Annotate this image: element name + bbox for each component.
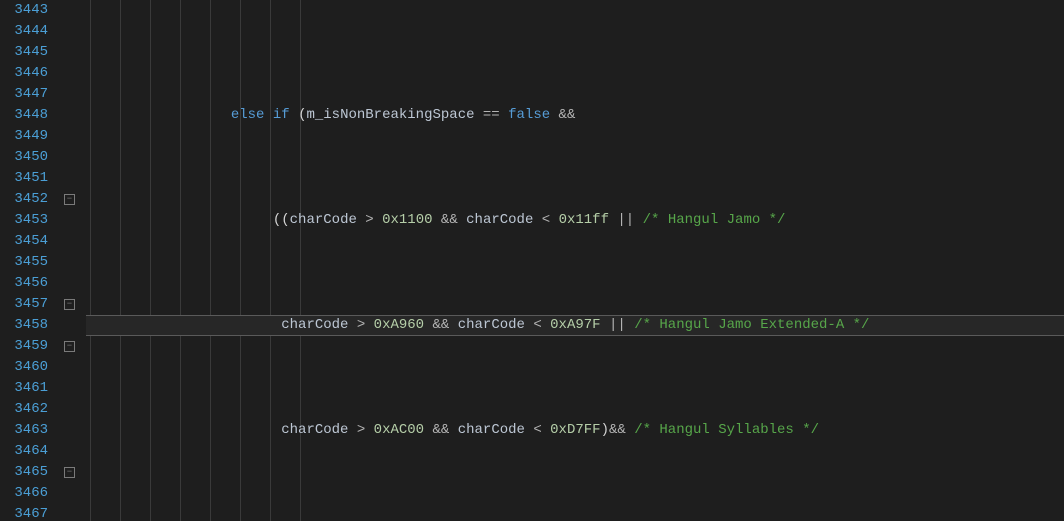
paren: ) <box>601 422 609 438</box>
code-line[interactable]: else if (m_isNonBreakingSpace == false &… <box>86 105 1064 126</box>
hex: 0xA960 <box>374 317 424 333</box>
op: || <box>617 212 634 228</box>
code-line[interactable]: ((charCode > 0x1100 && charCode < 0x11ff… <box>86 210 1064 231</box>
kw-if: if <box>273 107 290 123</box>
line-number: 3466 <box>0 483 48 504</box>
comment: /* Hangul Jamo */ <box>643 212 786 228</box>
line-number: 3456 <box>0 273 48 294</box>
line-number: 3462 <box>0 399 48 420</box>
code-area[interactable]: else if ( m_isNonBreakingSpace == false &… <box>86 0 1064 521</box>
line-number: 3452 <box>0 189 48 210</box>
hex: 0xD7FF <box>550 422 600 438</box>
op: && <box>433 317 450 333</box>
line-number: 3455 <box>0 252 48 273</box>
op: > <box>357 422 365 438</box>
ident: charCode <box>458 317 525 333</box>
paren: ( <box>281 212 289 228</box>
code-line[interactable]: charCode > 0xAC00 && charCode < 0xD7FF)&… <box>86 420 1064 441</box>
line-number: 3465 <box>0 462 48 483</box>
op: < <box>533 317 541 333</box>
ident: m_isNonBreakingSpace <box>306 107 474 123</box>
line-number: 3463 <box>0 420 48 441</box>
fold-toggle[interactable]: − <box>64 467 75 478</box>
indent <box>88 212 273 228</box>
line-number: 3461 <box>0 378 48 399</box>
op: && <box>609 422 626 438</box>
line-number: 3457 <box>0 294 48 315</box>
code-line[interactable]: charCode > 0xA960 && charCode < 0xA97F |… <box>86 315 1064 336</box>
op: && <box>433 422 450 438</box>
line-number-gutter: 3443344434453446344734483449345034513452… <box>0 0 58 521</box>
ident: charCode <box>458 422 525 438</box>
hex: 0x11ff <box>559 212 609 228</box>
line-number: 3464 <box>0 441 48 462</box>
line-number: 3450 <box>0 147 48 168</box>
line-number: 3453 <box>0 210 48 231</box>
op: == <box>483 107 500 123</box>
paren: ( <box>273 212 281 228</box>
fold-toggle[interactable]: − <box>64 194 75 205</box>
op: > <box>365 212 373 228</box>
ident: charCode <box>290 212 357 228</box>
line-number: 3447 <box>0 84 48 105</box>
fold-toggle[interactable]: − <box>64 299 75 310</box>
kw-else: else <box>231 107 265 123</box>
indent <box>88 317 281 333</box>
ident: charCode <box>466 212 533 228</box>
line-number: 3446 <box>0 63 48 84</box>
indent <box>88 422 281 438</box>
fold-column: − − − − <box>58 0 86 521</box>
op: < <box>533 422 541 438</box>
hex: 0x1100 <box>382 212 432 228</box>
line-number: 3445 <box>0 42 48 63</box>
line-number: 3449 <box>0 126 48 147</box>
ident: charCode <box>281 422 348 438</box>
hex: 0xAC00 <box>374 422 424 438</box>
line-number: 3458 <box>0 315 48 336</box>
line-number: 3460 <box>0 357 48 378</box>
line-number: 3459 <box>0 336 48 357</box>
hex: 0xA97F <box>550 317 600 333</box>
indent <box>88 107 231 123</box>
ident: charCode <box>281 317 348 333</box>
line-number: 3448 <box>0 105 48 126</box>
line-number: 3443 <box>0 0 48 21</box>
comment: /* Hangul Jamo Extended-A */ <box>634 317 869 333</box>
op: < <box>542 212 550 228</box>
comment: /* Hangul Syllables */ <box>634 422 819 438</box>
line-number: 3451 <box>0 168 48 189</box>
op: && <box>441 212 458 228</box>
op: && <box>559 107 576 123</box>
op: || <box>609 317 626 333</box>
line-number: 3454 <box>0 231 48 252</box>
code-editor[interactable]: 3443344434453446344734483449345034513452… <box>0 0 1064 521</box>
fold-toggle[interactable]: − <box>64 341 75 352</box>
line-number: 3467 <box>0 504 48 521</box>
line-number: 3444 <box>0 21 48 42</box>
op: > <box>357 317 365 333</box>
bool: false <box>508 107 550 123</box>
